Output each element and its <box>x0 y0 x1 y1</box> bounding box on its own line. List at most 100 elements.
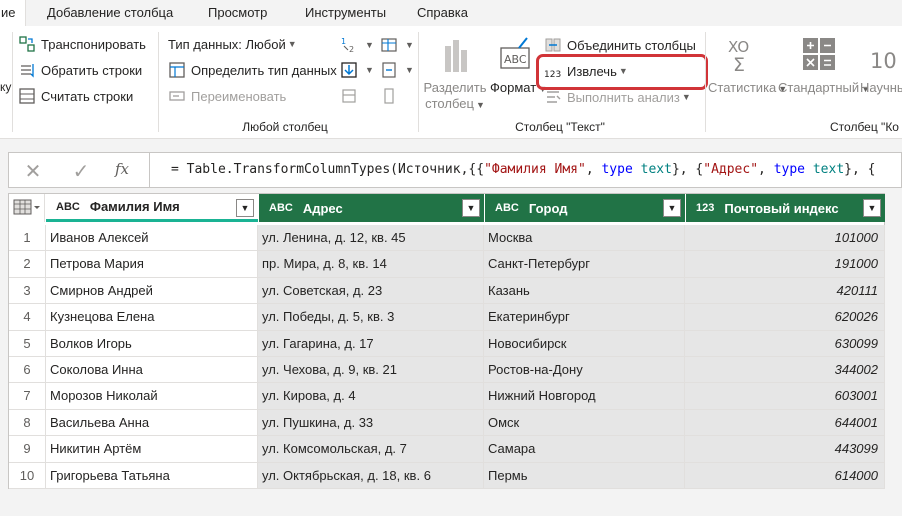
cell-city[interactable]: Ростов-на-Дону <box>484 357 685 384</box>
row-number[interactable]: 10 <box>9 462 46 489</box>
cell-address[interactable]: ул. Чехова, д. 9, кв. 21 <box>258 357 484 384</box>
cell-name[interactable]: Кузнецова Елена <box>46 304 258 331</box>
row-number[interactable]: 5 <box>9 330 46 357</box>
cell-address[interactable]: ул. Октябрьская, д. 18, кв. 6 <box>258 462 484 489</box>
cell-postal-code[interactable]: 344002 <box>685 357 885 384</box>
cell-city[interactable]: Пермь <box>484 462 685 489</box>
replace-values-button[interactable]: 12 ▼ <box>340 34 374 56</box>
move-button[interactable]: ▼ <box>380 59 414 81</box>
ribbon-separator <box>418 32 419 132</box>
merge-columns-label: Объединить столбцы <box>567 37 696 53</box>
cell-city[interactable]: Санкт-Петербург <box>484 251 685 278</box>
cell-name[interactable]: Никитин Артём <box>46 436 258 463</box>
unpivot-columns-button[interactable]: ▼ <box>380 34 414 56</box>
cell-postal-code[interactable]: 644001 <box>685 409 885 437</box>
column-header-city[interactable]: ABC Город ▼ <box>484 194 685 222</box>
cell-name[interactable]: Григорьева Татьяна <box>46 462 258 489</box>
format-button[interactable]: ABC Формат ▼ <box>490 36 547 97</box>
cell-postal-code[interactable]: 630099 <box>685 330 885 357</box>
cell-postal-code[interactable]: 443099 <box>685 436 885 463</box>
chevron-down-icon[interactable]: ▼ <box>663 199 681 217</box>
row-number[interactable]: 1 <box>9 225 46 252</box>
data-type-dropdown[interactable]: Тип данных: Любой ▼ <box>168 33 297 55</box>
count-rows-button[interactable]: Считать строки <box>18 85 133 107</box>
cell-name[interactable]: Соколова Инна <box>46 357 258 384</box>
calculator-icon <box>803 38 835 70</box>
formula-text[interactable]: = Table.TransformColumnTypes(Источник,{{… <box>171 162 875 177</box>
cell-name[interactable]: Смирнов Андрей <box>46 277 258 305</box>
cell-postal-code[interactable]: 420111 <box>685 277 885 305</box>
column-header-address[interactable]: ABC Адрес ▼ <box>258 194 484 222</box>
cell-address[interactable]: ул. Гагарина, д. 17 <box>258 330 484 357</box>
merge-columns-button[interactable]: Объединить столбцы <box>544 34 696 56</box>
split-column-button[interactable]: Разделить столбец ▼ <box>422 36 488 113</box>
table-menu-button[interactable] <box>9 194 45 222</box>
row-number[interactable]: 8 <box>9 409 46 437</box>
chevron-down-icon[interactable]: ▼ <box>462 199 480 217</box>
group-label-any-column: Любой столбец <box>242 120 328 134</box>
row-number[interactable]: 3 <box>9 277 46 305</box>
transpose-button[interactable]: Транспонировать <box>18 33 146 55</box>
cell-address[interactable]: ул. Кирова, д. 4 <box>258 383 484 410</box>
cell-name[interactable]: Волков Игорь <box>46 330 258 357</box>
tab-help[interactable]: Справка <box>417 0 468 26</box>
convert-to-list-button[interactable] <box>380 85 403 107</box>
cell-address[interactable]: ул. Победы, д. 5, кв. 3 <box>258 304 484 331</box>
tab-add-column[interactable]: Добавление столбца <box>47 0 173 26</box>
text-type-icon[interactable]: ABC <box>495 202 519 214</box>
cell-postal-code[interactable]: 191000 <box>685 251 885 278</box>
cancel-formula-icon[interactable]: ✕ <box>21 159 45 184</box>
cell-name[interactable]: Васильева Анна <box>46 409 258 437</box>
unpivot-icon <box>381 38 397 52</box>
scientific-button[interactable]: 10 Научный <box>860 36 902 96</box>
tab-view[interactable]: Просмотр <box>208 0 267 26</box>
cell-city[interactable]: Казань <box>484 277 685 305</box>
row-number[interactable]: 9 <box>9 436 46 463</box>
cell-city[interactable]: Москва <box>484 225 685 252</box>
row-number[interactable]: 4 <box>9 304 46 331</box>
cell-address[interactable]: ул. Советская, д. 23 <box>258 277 484 305</box>
tab-tools[interactable]: Инструменты <box>305 0 386 26</box>
cell-name[interactable]: Морозов Николай <box>46 383 258 410</box>
scientific-label: Научный <box>860 80 902 95</box>
detect-type-button[interactable]: Определить тип данных <box>168 59 337 81</box>
svg-text:2: 2 <box>349 45 354 54</box>
cell-postal-code[interactable]: 620026 <box>685 304 885 331</box>
column-header-postal-code[interactable]: 123 Почтовый индекс ▼ <box>685 194 885 222</box>
text-type-icon[interactable]: ABC <box>269 202 293 214</box>
cell-postal-code[interactable]: 101000 <box>685 225 885 252</box>
cell-address[interactable]: ул. Пушкина, д. 33 <box>258 409 484 437</box>
cell-name[interactable]: Петрова Мария <box>46 251 258 278</box>
row-number[interactable]: 2 <box>9 251 46 278</box>
row-number[interactable]: 7 <box>9 383 46 410</box>
cell-name[interactable]: Иванов Алексей <box>46 225 258 252</box>
statistics-button[interactable]: XO Σ Статистика ▼ <box>708 36 787 97</box>
cell-city[interactable]: Екатеринбург <box>484 304 685 331</box>
cell-address[interactable]: ул. Комсомольская, д. 7 <box>258 436 484 463</box>
fill-button[interactable]: ▼ <box>340 59 374 81</box>
cell-city[interactable]: Самара <box>484 436 685 463</box>
rename-button[interactable]: Переименовать <box>168 85 286 107</box>
cell-address[interactable]: пр. Мира, д. 8, кв. 14 <box>258 251 484 278</box>
number-type-icon[interactable]: 123 <box>696 202 714 214</box>
merge-columns-icon <box>545 38 561 52</box>
cell-address[interactable]: ул. Ленина, д. 12, кв. 45 <box>258 225 484 252</box>
cell-postal-code[interactable]: 603001 <box>685 383 885 410</box>
move-icon <box>382 62 396 78</box>
text-type-icon[interactable]: ABC <box>56 201 80 213</box>
cell-city[interactable]: Новосибирск <box>484 330 685 357</box>
chevron-down-icon[interactable]: ▼ <box>863 199 881 217</box>
chevron-down-icon[interactable]: ▼ <box>236 199 254 217</box>
row-number[interactable]: 6 <box>9 357 46 384</box>
column-header-name[interactable]: ABC Фамилия Имя ▼ <box>46 194 258 222</box>
commit-formula-icon[interactable]: ✓ <box>69 159 93 184</box>
reverse-rows-button[interactable]: Обратить строки <box>18 59 142 81</box>
standard-button[interactable]: Стандартный ▼ <box>778 36 870 97</box>
cell-city[interactable]: Омск <box>484 409 685 437</box>
fx-icon[interactable]: fx <box>115 160 129 178</box>
tab-transform[interactable]: ие <box>0 0 26 26</box>
pivot-column-button[interactable] <box>340 85 363 107</box>
cell-postal-code[interactable]: 614000 <box>685 462 885 489</box>
pivot-icon <box>342 89 356 103</box>
cell-city[interactable]: Нижний Новгород <box>484 383 685 410</box>
